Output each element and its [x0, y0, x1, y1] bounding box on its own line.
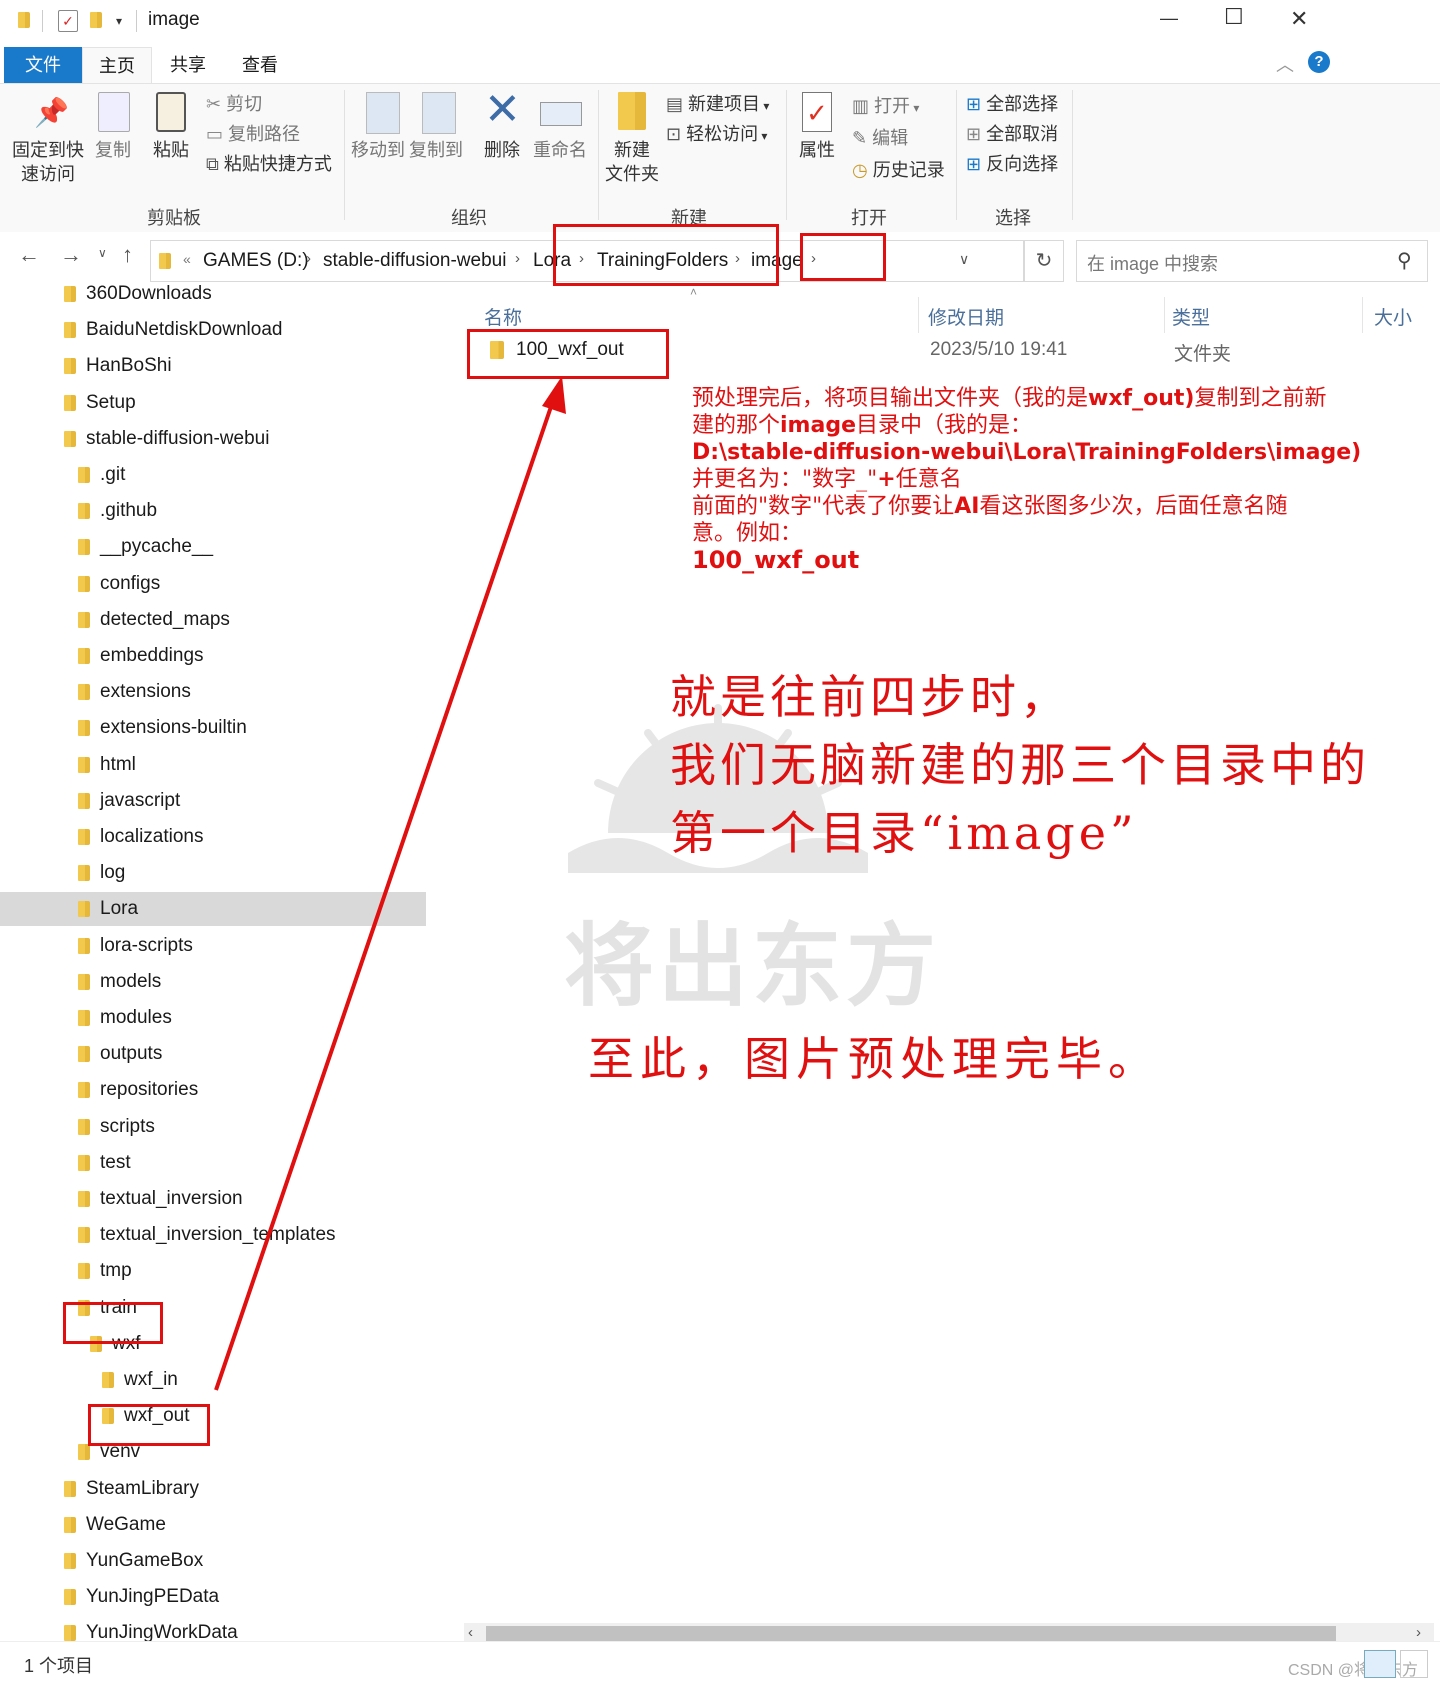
details-view-icon[interactable]: [1364, 1650, 1396, 1678]
large-icons-view-icon[interactable]: [1400, 1650, 1428, 1678]
arrowhead-icon: [542, 376, 566, 414]
status-bar: 1 个项目 CSDN @将出东方: [0, 1641, 1440, 1686]
csdn-watermark: CSDN @将出东方: [1288, 1662, 1419, 1679]
item-count: 1 个项目: [24, 1656, 94, 1676]
annotation-arrow: [214, 376, 566, 1391]
arrow-line: [214, 391, 558, 1391]
